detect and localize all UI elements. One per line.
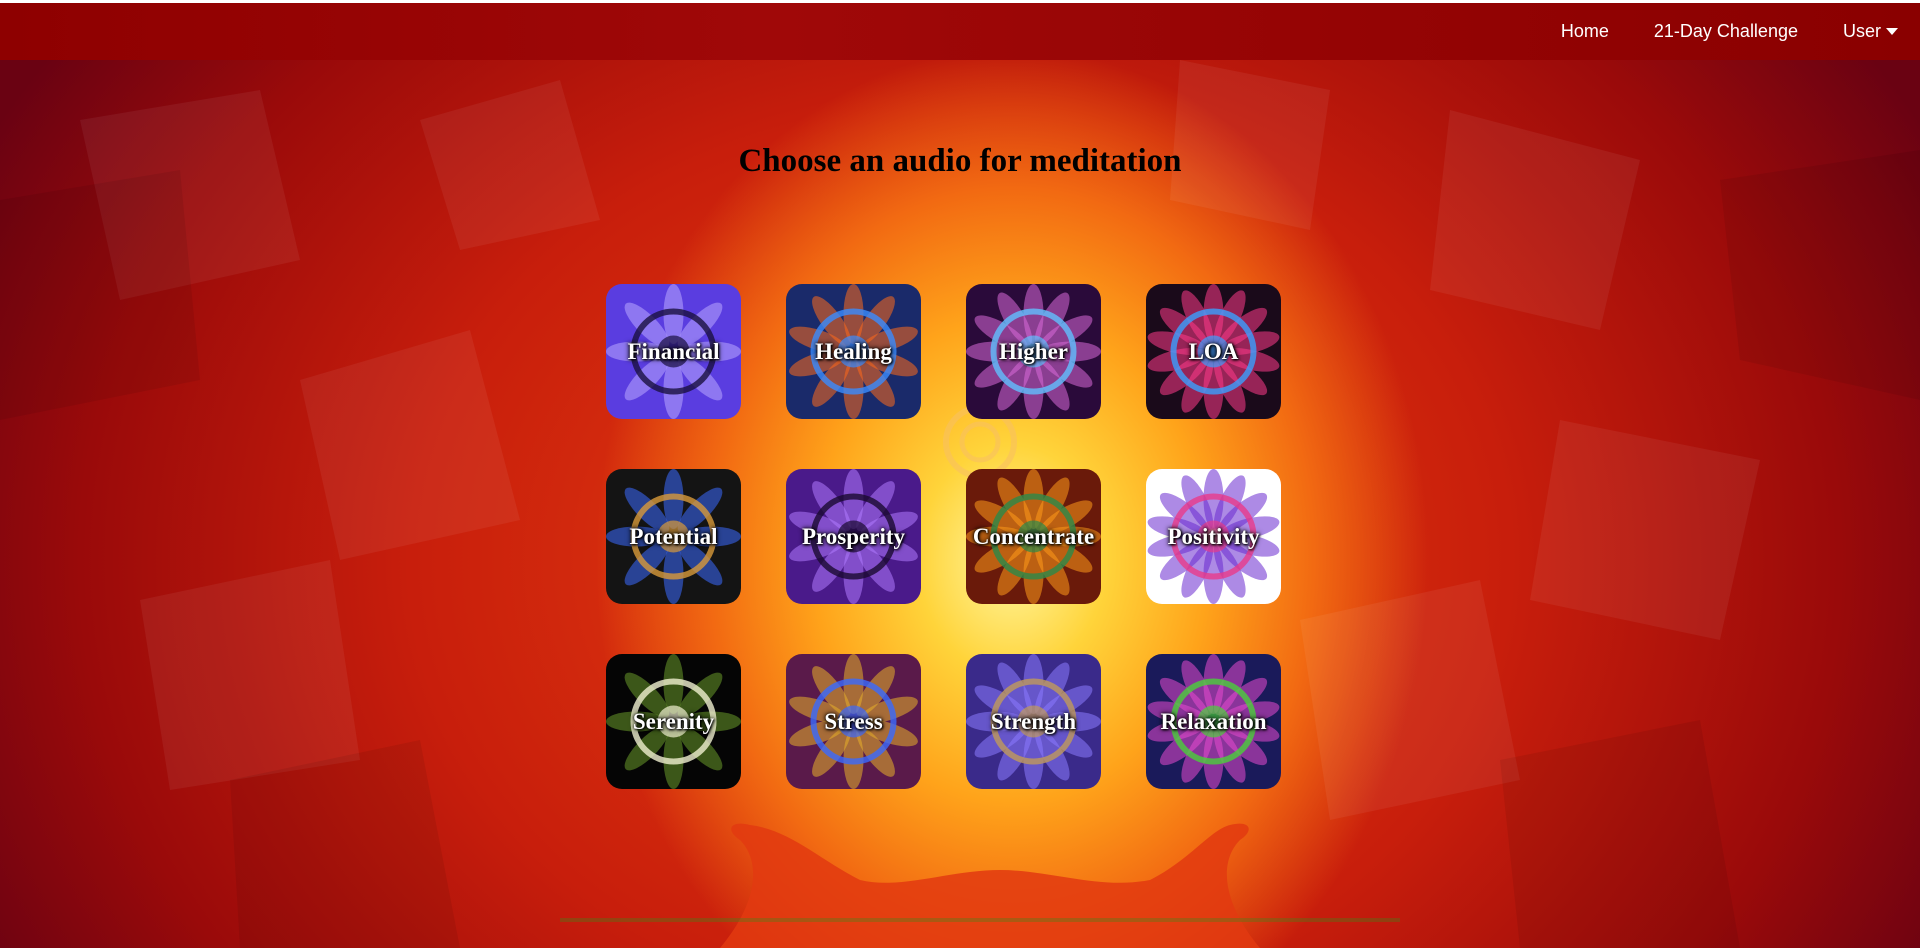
user-dropdown-label: User	[1842, 21, 1881, 41]
audio-tile-loa[interactable]: LOA	[1146, 284, 1281, 419]
audio-tile-label: Potential	[629, 523, 718, 549]
audio-tile-label: Concentrate	[972, 523, 1095, 549]
audio-tile-label: LOA	[1188, 338, 1239, 364]
user-dropdown[interactable]: User	[1843, 21, 1898, 42]
audio-tile-strength[interactable]: Strength	[966, 654, 1101, 789]
audio-tile-label: Positivity	[1167, 523, 1260, 549]
audio-tile-label: Relaxation	[1160, 708, 1267, 734]
page-title-text: Choose an audio for meditation	[738, 143, 1182, 179]
meditation-audio-grid: Financial Healing Higher LOA Potential Prospe…	[606, 284, 1281, 789]
nav-21-day-challenge-link[interactable]: 21-Day Challenge	[1654, 21, 1798, 42]
audio-tile-concentrate[interactable]: Concentrate	[966, 469, 1101, 604]
audio-tile-serenity[interactable]: Serenity	[606, 654, 741, 789]
audio-tile-positivity[interactable]: Positivity	[1146, 469, 1281, 604]
audio-tile-stress[interactable]: Stress	[786, 654, 921, 789]
audio-tile-label: Strength	[990, 708, 1077, 734]
audio-tile-healing[interactable]: Healing	[786, 284, 921, 419]
audio-tile-higher[interactable]: Higher	[966, 284, 1101, 419]
audio-tile-label: Healing	[815, 338, 892, 364]
page-title: Choose an audio for meditation	[0, 143, 1920, 180]
audio-tile-label: Stress	[824, 708, 883, 734]
audio-tile-label: Serenity	[632, 708, 715, 734]
audio-tile-label: Higher	[999, 338, 1068, 364]
caret-down-icon	[1886, 28, 1898, 35]
audio-tile-potential[interactable]: Potential	[606, 469, 741, 604]
nav-home-link[interactable]: Home	[1561, 21, 1609, 42]
audio-tile-label: Prosperity	[801, 523, 906, 549]
audio-tile-financial[interactable]: Financial	[606, 284, 741, 419]
audio-tile-relaxation[interactable]: Relaxation	[1146, 654, 1281, 789]
navbar: Home 21-Day Challenge User	[0, 3, 1920, 60]
audio-tile-label: Financial	[627, 338, 720, 364]
audio-tile-prosperity[interactable]: Prosperity	[786, 469, 921, 604]
